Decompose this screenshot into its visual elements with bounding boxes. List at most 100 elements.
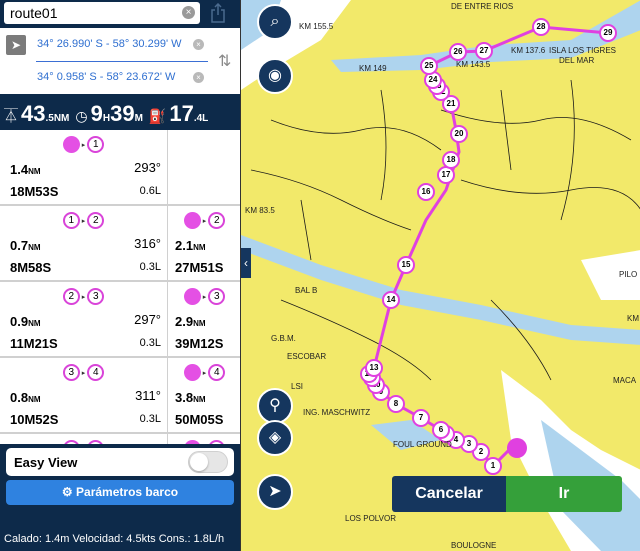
total-time: ◷ 9 H 39 M	[75, 101, 143, 126]
leg-bearing: 293°	[134, 160, 161, 175]
cumulative-cell[interactable]: ▸ 5	[169, 434, 240, 444]
leg-cell[interactable]: 3 ▸ 4 0.8NM 311° 10M52S 0.3L	[0, 358, 168, 432]
camera-icon: ◉	[268, 67, 282, 84]
clock-icon: ◷	[75, 108, 88, 124]
route-name-bar: route01 ×	[0, 0, 240, 26]
share-icon[interactable]	[210, 3, 226, 23]
layers-button[interactable]: ◈	[257, 420, 293, 456]
map-label: KM 83.5	[245, 206, 275, 215]
start-point-icon	[183, 364, 201, 381]
leg-cell[interactable]: 2 ▸ 3 0.9NM 297° 11M21S 0.3L	[0, 282, 168, 356]
waypoint-marker[interactable]: 16	[417, 183, 435, 201]
leg-row[interactable]: 2 ▸ 3 0.9NM 297° 11M21S 0.3L ▸ 3 2.9NM 3…	[0, 282, 240, 358]
waypoint-marker[interactable]: 15	[397, 256, 415, 274]
map-label: LOS POLVOR	[345, 514, 396, 523]
leg-distance: 0.8NM	[10, 390, 41, 405]
search-button[interactable]: ⌕	[257, 4, 293, 40]
end-coordinate: 34° 0.958' S - 58° 23.672' W	[37, 71, 176, 83]
nautical-chart[interactable]: 1234567891011121314151617182021222324252…	[240, 0, 640, 551]
map-label: BOULOGNE	[451, 541, 497, 550]
leg-cell[interactable]: ▸ 1 1.4NM 293° 18M53S 0.6L	[0, 130, 168, 204]
map-label: FOUL GROUND	[393, 440, 452, 449]
leg-header: ▸ 2	[169, 212, 240, 229]
cumulative-cell[interactable]: ▸ 2 2.1NM 27M51S	[169, 206, 240, 280]
leg-header: 3 ▸ 4	[0, 364, 167, 381]
boat-parameters-label: Parámetros barco	[76, 485, 179, 499]
leg-header: ▸ 5	[169, 440, 240, 444]
map-label: DE ENTRE RIOS	[451, 2, 514, 11]
waypoint-marker[interactable]: 20	[450, 125, 468, 143]
map-label: ISLA LOS TIGRES	[549, 46, 616, 55]
pin-icon: ⚲	[269, 397, 281, 414]
map-label: MACA	[613, 376, 637, 385]
waypoint-marker[interactable]: 26	[449, 43, 467, 61]
leg-fuel: 0.3L	[139, 413, 161, 425]
leg-row[interactable]: 3 ▸ 4 0.8NM 311° 10M52S 0.3L ▸ 4 3.8NM 5…	[0, 358, 240, 434]
waypoint-marker[interactable]: 1	[484, 457, 502, 475]
cumulative-cell[interactable]: ▸ 3 2.9NM 39M12S	[169, 282, 240, 356]
waypoint-badge: 2	[62, 288, 80, 305]
leg-row[interactable]: 4 ▸ 5 ▸ 5	[0, 434, 240, 444]
waypoint-marker[interactable]: 27	[475, 42, 493, 60]
route-name-input[interactable]: route01 ×	[4, 2, 200, 24]
waypoint-badge: 4	[62, 440, 80, 444]
camera-button[interactable]: ◉	[257, 58, 293, 94]
waypoint-marker[interactable]: 29	[599, 24, 617, 42]
waypoint-badge: 2	[87, 212, 105, 229]
arrow-icon: ▸	[81, 369, 86, 377]
waypoint-marker[interactable]: 7	[412, 409, 430, 427]
map-label: LSI	[291, 382, 304, 391]
waypoint-marker[interactable]: 14	[382, 291, 400, 309]
leg-distance: 0.9NM	[10, 314, 41, 329]
waypoint-marker[interactable]: 25	[420, 57, 438, 75]
leg-cell[interactable]: 4 ▸ 5	[0, 434, 168, 444]
boat-parameters-button[interactable]: ⚙ Parámetros barco	[6, 480, 234, 505]
leg-fuel: 0.6L	[139, 185, 161, 197]
start-coordinate-row[interactable]: ➤ 34° 26.990' S - 58° 30.299' W ×	[0, 28, 210, 61]
start-point	[507, 438, 527, 458]
waypoint-badge: 4	[208, 364, 226, 381]
locate-button[interactable]: ➤	[257, 474, 293, 510]
route-endpoints: ➤ 34° 26.990' S - 58° 30.299' W × 34° 0.…	[0, 28, 240, 94]
total-fuel: ⛽ 17 .4L	[148, 101, 209, 126]
waypoint-marker[interactable]: 13	[365, 359, 383, 377]
leg-fuel: 0.3L	[139, 337, 161, 349]
waypoint-badge: 2	[208, 212, 226, 229]
easy-view-toggle[interactable]	[188, 451, 228, 473]
clear-icon[interactable]: ×	[182, 6, 195, 19]
pin-button[interactable]: ⚲	[257, 388, 293, 424]
clear-start-icon[interactable]: ×	[193, 39, 204, 50]
swap-icon[interactable]: ⇅	[218, 51, 232, 71]
cancel-button[interactable]: Cancelar	[392, 476, 506, 512]
map-label: KM 143.5	[456, 60, 491, 69]
waypoint-marker[interactable]: 18	[442, 151, 460, 169]
leg-distance: 0.7NM	[10, 238, 41, 253]
end-coordinate-row[interactable]: 34° 0.958' S - 58° 23.672' W ×	[0, 61, 210, 94]
total-distance: ⏄ 43 .5NM	[4, 101, 70, 126]
waypoint-marker[interactable]: 8	[387, 395, 405, 413]
leg-header: ▸ 1	[0, 136, 167, 153]
leg-cell[interactable]: 1 ▸ 2 0.7NM 316° 8M58S 0.3L	[0, 206, 168, 280]
map-label: G.B.M.	[271, 334, 296, 343]
map-label: KM 149	[359, 64, 387, 73]
leg-row[interactable]: 1 ▸ 2 0.7NM 316° 8M58S 0.3L ▸ 2 2.1NM 27…	[0, 206, 240, 282]
legs-list[interactable]: ▸ 1 1.4NM 293° 18M53S 0.6L 1 ▸ 2 0.7NM 3…	[0, 130, 240, 444]
collapse-panel-handle[interactable]: ‹	[241, 248, 251, 278]
navigation-arrow-icon: ➤	[268, 483, 282, 500]
route-name-text: route01	[10, 5, 58, 21]
waypoint-badge: 1	[87, 136, 105, 153]
clear-end-icon[interactable]: ×	[193, 72, 204, 83]
cumulative-distance: 2.9NM	[175, 314, 206, 329]
leg-bearing: 311°	[135, 388, 161, 403]
leg-row[interactable]: ▸ 1 1.4NM 293° 18M53S 0.6L	[0, 130, 240, 206]
cumulative-distance: 3.8NM	[175, 390, 206, 405]
start-coordinate: 34° 26.990' S - 58° 30.299' W	[37, 38, 182, 50]
waypoint-marker[interactable]: 6	[432, 421, 450, 439]
waypoint-marker[interactable]: 28	[532, 18, 550, 36]
route-action-buttons: Cancelar Ir	[392, 476, 622, 512]
cumulative-cell[interactable]: ▸ 4 3.8NM 50M05S	[169, 358, 240, 432]
start-point-icon	[183, 288, 201, 305]
leg-header: 1 ▸ 2	[0, 212, 167, 229]
go-button[interactable]: Ir	[506, 476, 622, 512]
map-label: KM 155.5	[299, 22, 334, 31]
